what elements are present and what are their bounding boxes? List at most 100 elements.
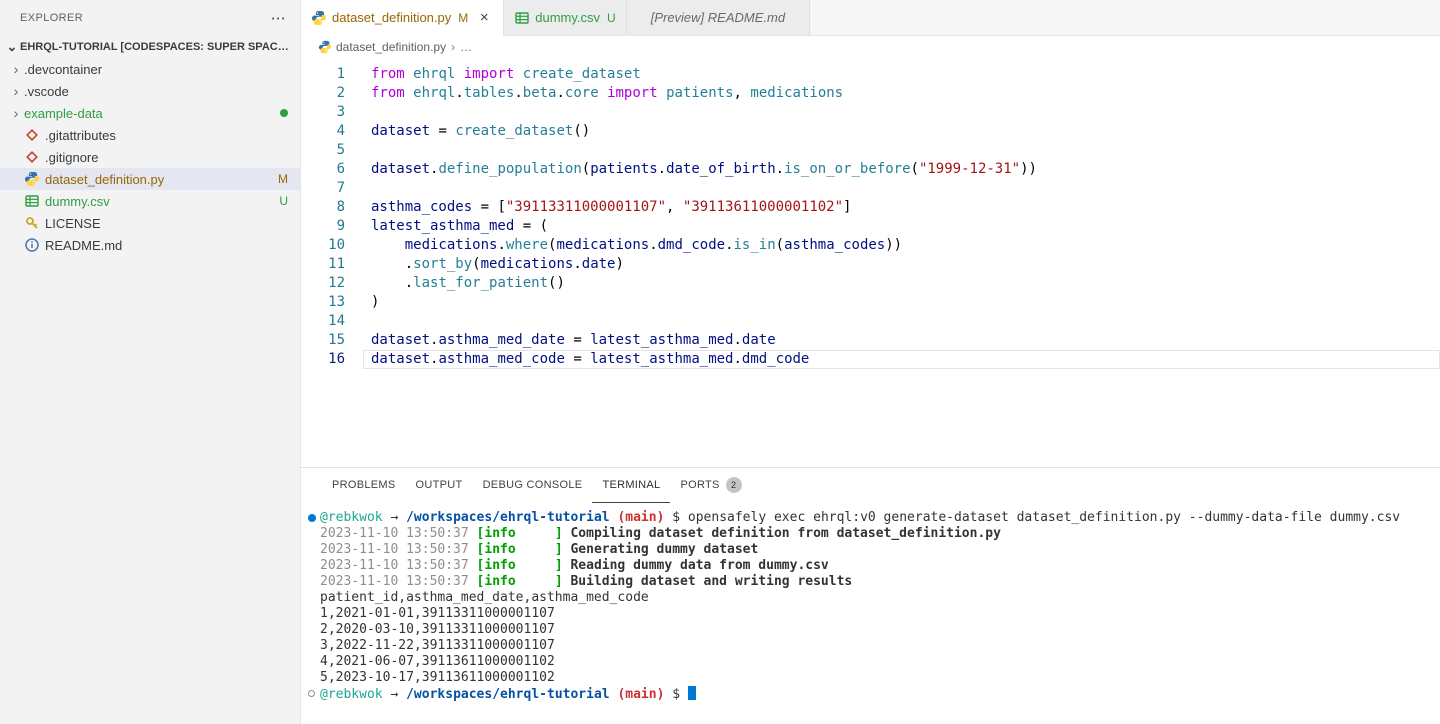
terminal-text: Building dataset and writing results <box>563 574 853 589</box>
line-number: 13 <box>301 293 345 312</box>
terminal-text: $ <box>664 687 687 702</box>
file-row-dataset_definition.py[interactable]: dataset_definition.pyM <box>0 168 300 190</box>
code-text: from ehrql import create_dataset <box>345 65 641 84</box>
panel-tab-label: PROBLEMS <box>332 479 396 491</box>
terminal-text: [info ] <box>477 526 563 541</box>
breadcrumb-symbol-more[interactable]: … <box>460 40 472 54</box>
more-actions-icon[interactable]: ⋯ <box>271 11 286 26</box>
tabstrip-filler <box>810 0 1440 36</box>
code-line-2: 2from ehrql.tables.beta.core import pati… <box>301 84 1440 103</box>
terminal-text: @rebkwok <box>320 687 383 702</box>
code-line-13: 13) <box>301 293 1440 312</box>
breadcrumb-separator-icon: › <box>451 40 455 54</box>
terminal-text: 2023-11-10 13:50:37 <box>320 558 477 573</box>
line-number: 3 <box>301 103 345 122</box>
file-row-.vscode[interactable]: ›.vscode <box>0 80 300 102</box>
terminal-text: /workspaces/ehrql-tutorial <box>406 687 610 702</box>
terminal-text: 4,2021-06-07,39113611000001102 <box>320 654 555 669</box>
terminal-text: /workspaces/ehrql-tutorial <box>406 510 610 525</box>
panel-tab-debug-console[interactable]: DEBUG CONSOLE <box>473 468 593 503</box>
code-line-16: 16dataset.asthma_med_code = latest_asthm… <box>301 350 1440 369</box>
workspace-section-header[interactable]: ⌄ EHRQL-TUTORIAL [CODESPACES: SUPER SPAC… <box>0 36 300 58</box>
code-text: ) <box>345 293 379 312</box>
tab-dataset-definition.py[interactable]: dataset_definition.pyM× <box>301 0 504 36</box>
tab-label: dataset_definition.py <box>332 10 451 25</box>
code-line-7: 7 <box>301 179 1440 198</box>
editor-group: dataset_definition.pyM× dummy.csv U [Previe… <box>301 0 1440 724</box>
code-editor[interactable]: 1from ehrql import create_dataset2from e… <box>301 57 1440 467</box>
tab-label: dummy.csv <box>535 10 600 25</box>
command-pending-decoration-icon[interactable] <box>308 690 315 697</box>
line-number: 1 <box>301 65 345 84</box>
code-text: medications.where(medications.dmd_code.i… <box>345 236 902 255</box>
terminal-text: $ <box>664 510 687 525</box>
terminal-line: 2023-11-10 13:50:37 [info ] Building dat… <box>320 574 1440 590</box>
line-number: 9 <box>301 217 345 236</box>
code-text: .sort_by(medications.date) <box>345 255 624 274</box>
terminal-text: [info ] <box>477 542 563 557</box>
terminal[interactable]: @rebkwok → /workspaces/ehrql-tutorial (m… <box>301 503 1440 724</box>
code-text: .last_for_patient() <box>345 274 565 293</box>
bottom-panel: PROBLEMS OUTPUT DEBUG CONSOLE TERMINAL PORTS… <box>301 467 1440 724</box>
explorer-header: EXPLORER ⋯ <box>0 0 300 36</box>
workspace-name: EHRQL-TUTORIAL [CODESPACES: SUPER SPACE … <box>20 41 296 53</box>
git-icon <box>24 149 40 165</box>
chevron-right-icon[interactable]: › <box>8 106 24 120</box>
line-number: 12 <box>301 274 345 293</box>
file-row-license[interactable]: LICENSE <box>0 212 300 234</box>
file-label: .devcontainer <box>24 62 102 77</box>
file-label: .gitattributes <box>45 128 116 143</box>
code-line-9: 9latest_asthma_med = ( <box>301 217 1440 236</box>
code-line-10: 10 medications.where(medications.dmd_cod… <box>301 236 1440 255</box>
chevron-right-icon[interactable]: › <box>8 84 24 98</box>
line-number: 11 <box>301 255 345 274</box>
panel-tab-output[interactable]: OUTPUT <box>406 468 473 503</box>
chevron-down-icon[interactable]: ⌄ <box>4 39 20 55</box>
terminal-text: @rebkwok <box>320 510 383 525</box>
terminal-line: 2023-11-10 13:50:37 [info ] Reading dumm… <box>320 558 1440 574</box>
command-executed-decoration-icon[interactable] <box>308 514 316 522</box>
file-label: dummy.csv <box>45 194 110 209</box>
python-icon <box>311 10 327 26</box>
panel-tab-label: TERMINAL <box>602 479 660 491</box>
panel-tab-ports[interactable]: PORTS 2 <box>670 468 751 503</box>
tab-git-badge: U <box>607 11 616 25</box>
file-row-.devcontainer[interactable]: ›.devcontainer <box>0 58 300 80</box>
ports-count-badge: 2 <box>726 477 742 493</box>
file-label: LICENSE <box>45 216 101 231</box>
close-icon[interactable]: × <box>475 9 493 27</box>
breadcrumb-file[interactable]: dataset_definition.py <box>336 40 446 54</box>
file-row-readme.md[interactable]: README.md <box>0 234 300 256</box>
file-label: .gitignore <box>45 150 98 165</box>
tab--preview-readme.md[interactable]: [Preview] README.md <box>627 0 810 36</box>
panel-tab-problems[interactable]: PROBLEMS <box>322 468 406 503</box>
file-row-example-data[interactable]: ›example-data <box>0 102 300 124</box>
file-row-.gitattributes[interactable]: .gitattributes <box>0 124 300 146</box>
line-number: 4 <box>301 122 345 141</box>
code-text: dataset = create_dataset() <box>345 122 590 141</box>
line-number: 6 <box>301 160 345 179</box>
terminal-line: @rebkwok → /workspaces/ehrql-tutorial (m… <box>320 510 1440 526</box>
terminal-text: 1,2021-01-01,39113311000001107 <box>320 606 555 621</box>
code-text: dataset.asthma_med_code = latest_asthma_… <box>345 350 809 369</box>
panel-tab-terminal[interactable]: TERMINAL <box>592 468 670 503</box>
terminal-text: → <box>383 510 406 525</box>
code-text <box>345 103 371 122</box>
python-icon <box>24 171 40 187</box>
line-number: 5 <box>301 141 345 160</box>
tab-dummy.csv[interactable]: dummy.csv U <box>504 0 626 36</box>
panel-tab-label: DEBUG CONSOLE <box>483 479 583 491</box>
chevron-right-icon[interactable]: › <box>8 62 24 76</box>
line-number: 2 <box>301 84 345 103</box>
panel-tab-label: PORTS <box>680 479 719 491</box>
code-text: latest_asthma_med = ( <box>345 217 548 236</box>
file-label: README.md <box>45 238 122 253</box>
python-icon <box>318 40 332 54</box>
code-line-1: 1from ehrql import create_dataset <box>301 65 1440 84</box>
file-row-dummy.csv[interactable]: dummy.csvU <box>0 190 300 212</box>
file-label: example-data <box>24 106 103 121</box>
file-row-.gitignore[interactable]: .gitignore <box>0 146 300 168</box>
terminal-text: [info ] <box>477 574 563 589</box>
code-text: asthma_codes = ["39113311000001107", "39… <box>345 198 851 217</box>
code-line-3: 3 <box>301 103 1440 122</box>
